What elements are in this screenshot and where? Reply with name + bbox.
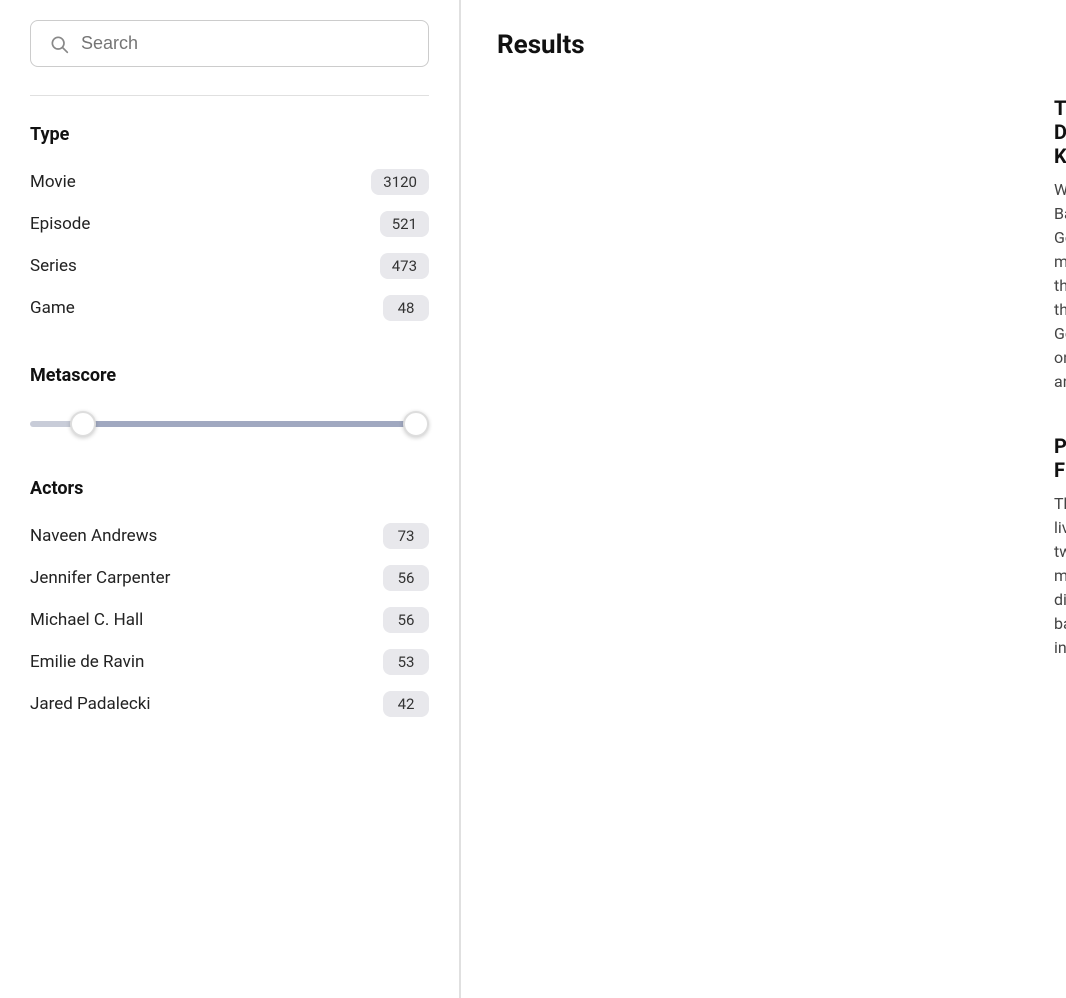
type-filter-section: Type Movie 3120 Episode 521 Series 473 G… — [30, 124, 429, 329]
filter-item-series-label: Series — [30, 256, 77, 276]
range-fill — [78, 421, 421, 427]
filter-item-actor-4[interactable]: Jared Padalecki 42 — [30, 683, 429, 725]
filter-item-series-count: 473 — [380, 253, 429, 279]
result-title-1[interactable]: Pulp Fiction — [1054, 434, 1066, 482]
filter-item-actor-3[interactable]: Emilie de Ravin 53 — [30, 641, 429, 683]
result-description-1: The lives of two mob of diner bandits in… — [1054, 492, 1066, 660]
filter-item-game-count: 48 — [383, 295, 429, 321]
divider — [30, 95, 429, 96]
actor-2-label: Michael C. Hall — [30, 610, 143, 630]
sidebar: Type Movie 3120 Episode 521 Series 473 G… — [0, 0, 460, 998]
filter-item-movie-count: 3120 — [371, 169, 429, 195]
filter-item-game-label: Game — [30, 298, 75, 318]
metascore-filter-title: Metascore — [30, 365, 429, 386]
search-input[interactable] — [81, 33, 410, 54]
filter-item-movie[interactable]: Movie 3120 — [30, 161, 429, 203]
actor-0-label: Naveen Andrews — [30, 526, 157, 546]
search-box[interactable] — [30, 20, 429, 67]
filter-item-game[interactable]: Game 48 — [30, 287, 429, 329]
actors-filter-title: Actors — [30, 478, 429, 499]
actor-3-label: Emilie de Ravin — [30, 652, 144, 672]
actor-4-label: Jared Padalecki — [30, 694, 151, 714]
metascore-range[interactable] — [30, 406, 429, 442]
filter-item-episode-count: 521 — [380, 211, 429, 237]
filter-item-actor-2[interactable]: Michael C. Hall 56 — [30, 599, 429, 641]
actor-2-count: 56 — [383, 607, 429, 633]
type-filter-title: Type — [30, 124, 429, 145]
result-item-1: John Travolta · Samuel L. Jackson · Uma … — [497, 430, 1030, 660]
results-title: Results — [497, 30, 1030, 60]
result-info-0: The Dark Knight When Batman, Gordo mob, … — [1054, 92, 1066, 394]
filter-item-actor-1[interactable]: Jennifer Carpenter 56 — [30, 557, 429, 599]
range-thumb-right[interactable] — [403, 411, 429, 437]
main-content: Results THE DARK KNIGHT JULY 18 The Dark… — [460, 0, 1066, 998]
filter-item-movie-label: Movie — [30, 172, 76, 192]
filter-item-actor-0[interactable]: Naveen Andrews 73 — [30, 515, 429, 557]
filter-item-episode-label: Episode — [30, 214, 90, 234]
actor-1-label: Jennifer Carpenter — [30, 568, 170, 588]
filter-item-episode[interactable]: Episode 521 — [30, 203, 429, 245]
actors-filter-section: Actors Naveen Andrews 73 Jennifer Carpen… — [30, 478, 429, 725]
actor-4-count: 42 — [383, 691, 429, 717]
filter-item-series[interactable]: Series 473 — [30, 245, 429, 287]
actor-0-count: 73 — [383, 523, 429, 549]
result-description-0: When Batman, Gordo mob, they let the clo… — [1054, 178, 1066, 394]
search-icon — [49, 34, 69, 54]
range-thumb-left[interactable] — [70, 411, 96, 437]
actor-1-count: 56 — [383, 565, 429, 591]
result-info-1: Pulp Fiction The lives of two mob of din… — [1054, 430, 1066, 660]
metascore-filter-section: Metascore — [30, 365, 429, 442]
actor-3-count: 53 — [383, 649, 429, 675]
result-title-0[interactable]: The Dark Knight — [1054, 96, 1066, 168]
result-item-0: THE DARK KNIGHT JULY 18 The Dark Knight … — [497, 92, 1030, 394]
